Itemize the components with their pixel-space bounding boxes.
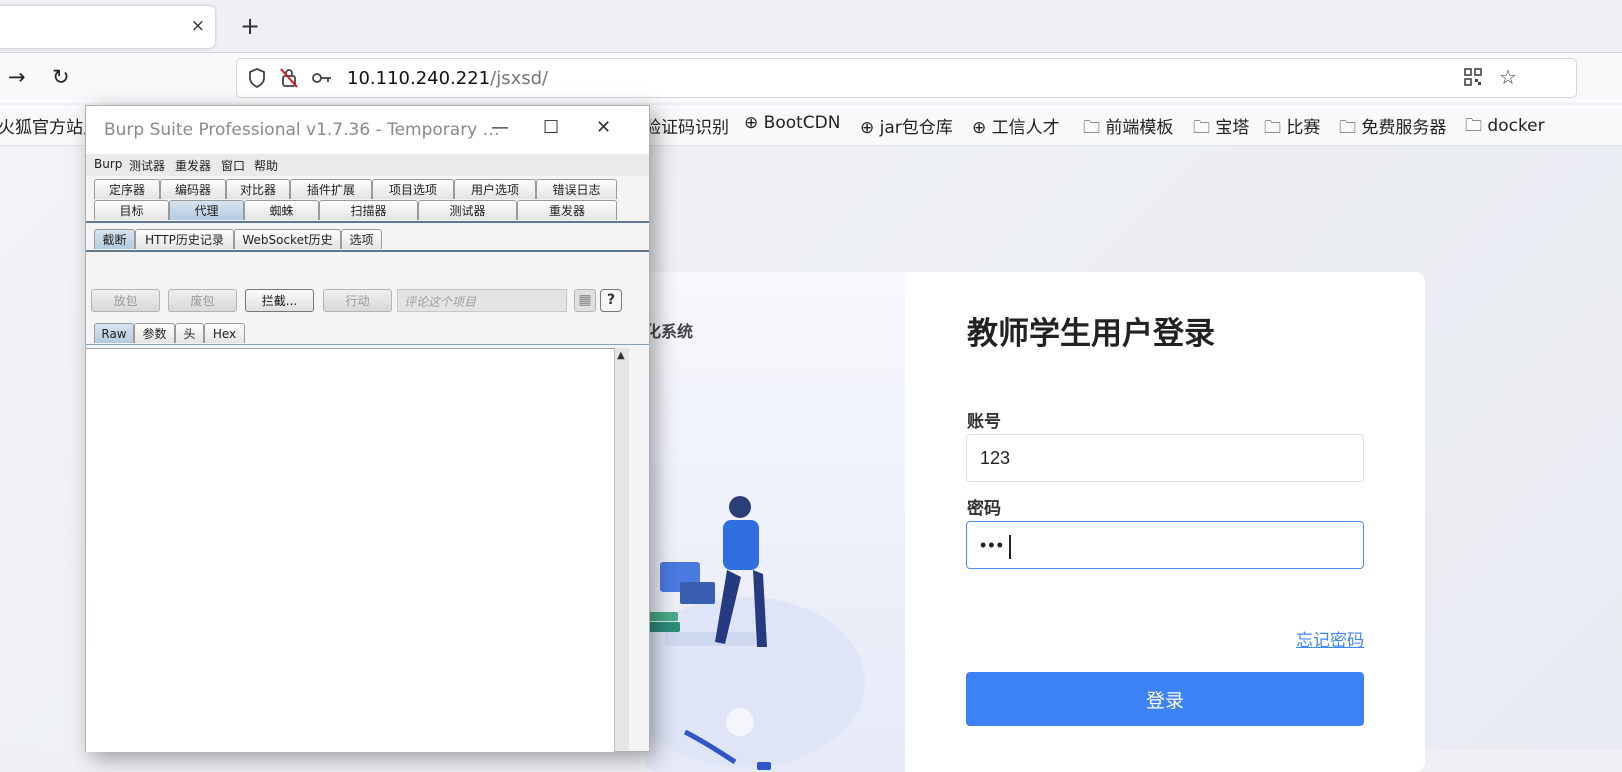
globe-icon: ⊕ [744, 113, 759, 133]
forward-button[interactable]: → [8, 65, 26, 89]
request-editor[interactable] [86, 348, 614, 752]
login-card: 化系统 教师学生用户登录 账号 密码 忘记密码 登录 [645, 272, 1425, 772]
url-bar[interactable]: 10.110.240.221/jsxsd/ ☆ [236, 58, 1577, 98]
scroll-up-icon[interactable]: ▲ [617, 350, 625, 361]
menu-help[interactable]: 帮助 [254, 157, 278, 174]
browser-tab-bar: × + [0, 0, 1622, 53]
burp-window-title: Burp Suite Professional v1.7.36 - Tempor… [104, 120, 500, 140]
url-path: /jsxsd/ [490, 68, 549, 89]
password-label: 密码 [967, 499, 1001, 519]
tab-sequencer[interactable]: 定序器 [94, 179, 160, 199]
globe-icon: ⊕ [972, 118, 987, 138]
insecure-lock-icon[interactable] [279, 67, 299, 89]
folder-icon: 🗀 [1465, 116, 1482, 136]
menu-burp[interactable]: Burp [94, 157, 122, 171]
bookmark-label: jar包仓库 [879, 118, 953, 138]
url-host: 10.110.240.221 [347, 68, 491, 89]
browser-nav-bar: → ↻ 10.110.240.221/jsxsd/ ☆ [0, 53, 1622, 103]
help-button[interactable]: ? [600, 289, 622, 312]
view-tab-hex[interactable]: Hex [204, 323, 245, 343]
menu-window[interactable]: 窗口 [221, 157, 245, 174]
bookmark-label: 比赛 [1286, 118, 1321, 138]
menu-repeater[interactable]: 重发器 [175, 157, 211, 174]
tab-target[interactable]: 目标 [94, 200, 169, 220]
folder-icon: 🗀 [1193, 118, 1210, 138]
burp-titlebar[interactable]: Burp Suite Professional v1.7.36 - Tempor… [86, 106, 649, 154]
bookmark-label: 工信人才 [991, 118, 1060, 138]
password-input[interactable] [966, 521, 1364, 569]
folder-icon: 🗀 [1083, 118, 1100, 138]
tab-comparer[interactable]: 对比器 [226, 179, 290, 199]
subtab-separator [86, 250, 649, 252]
tab-separator [86, 221, 649, 223]
tab-extender[interactable]: 插件扩展 [290, 179, 372, 199]
bookmark-item[interactable]: 验证码识别 [644, 113, 729, 138]
bookmark-item[interactable]: ⊕ 工信人才 [972, 113, 1060, 138]
burp-suite-window: Burp Suite Professional v1.7.36 - Tempor… [85, 105, 650, 752]
tab-repeater[interactable]: 重发器 [517, 200, 617, 220]
shield-icon[interactable] [247, 67, 267, 89]
tab-error-log[interactable]: 错误日志 [536, 179, 617, 199]
bookmark-item[interactable]: ⊕ jar包仓库 [860, 113, 953, 138]
globe-icon: ⊕ [860, 118, 875, 138]
tab-user-options[interactable]: 用户选项 [454, 179, 536, 199]
bookmark-label: 宝塔 [1215, 118, 1250, 138]
view-tab-params[interactable]: 参数 [134, 323, 175, 343]
new-tab-button[interactable]: + [240, 12, 260, 40]
bookmark-folder[interactable]: 🗀 宝塔 [1193, 113, 1249, 144]
text-caret [1009, 535, 1011, 559]
comment-input[interactable]: 评论这个项目 [397, 289, 567, 312]
illustration-panel: 化系统 [645, 272, 905, 772]
bookmark-folder[interactable]: 🗀 docker [1465, 113, 1545, 142]
tab-proxy[interactable]: 代理 [169, 200, 244, 220]
browser-tab[interactable]: × [0, 6, 215, 48]
illustration-image [645, 496, 865, 770]
burp-menubar: Burp 测试器 重发器 窗口 帮助 [86, 154, 649, 176]
tab-spider[interactable]: 蜘蛛 [244, 200, 319, 220]
forward-request-button[interactable]: 放包 [91, 289, 160, 312]
action-button[interactable]: 行动 [323, 289, 392, 312]
menu-intruder[interactable]: 测试器 [129, 157, 165, 174]
bookmark-folder[interactable]: 🗀 比赛 [1264, 113, 1320, 144]
system-name: 化系统 [645, 322, 694, 341]
bookmark-label: 免费服务器 [1361, 118, 1447, 138]
reload-button[interactable]: ↻ [52, 65, 70, 89]
account-input[interactable] [966, 434, 1364, 482]
url-text[interactable]: 10.110.240.221/jsxsd/ [347, 68, 548, 89]
key-icon[interactable] [311, 67, 333, 89]
tab-project-options[interactable]: 项目选项 [372, 179, 454, 199]
close-window-button[interactable]: ✕ [596, 117, 611, 138]
grid-icon[interactable]: ▦ [574, 289, 596, 312]
bookmark-folder[interactable]: 🗀 免费服务器 [1339, 113, 1446, 144]
editor-scrollbar[interactable]: ▲ [614, 348, 629, 751]
login-button[interactable]: 登录 [966, 672, 1364, 726]
subtab-intercept[interactable]: 截断 [94, 229, 135, 249]
folder-icon: 🗀 [1264, 118, 1281, 138]
view-tab-separator [86, 344, 649, 345]
qr-code-icon[interactable] [1463, 67, 1483, 87]
forgot-password-link[interactable]: 忘记密码 [1296, 626, 1364, 651]
bookmark-label: BootCDN [763, 113, 841, 133]
bookmark-label: 前端模板 [1105, 118, 1174, 138]
maximize-button[interactable]: ☐ [543, 117, 559, 138]
bookmark-item[interactable]: ⊕ BootCDN [744, 113, 840, 133]
close-tab-icon[interactable]: × [191, 16, 205, 36]
minimize-button[interactable]: — [491, 117, 509, 138]
subtab-options[interactable]: 选项 [341, 229, 382, 249]
tab-intruder[interactable]: 测试器 [418, 200, 517, 220]
view-tab-headers[interactable]: 头 [175, 323, 204, 343]
subtab-websocket-history[interactable]: WebSocket历史 [234, 229, 341, 249]
folder-icon: 🗀 [1339, 118, 1356, 138]
intercept-toggle-button[interactable]: 拦截... [245, 289, 314, 312]
account-label: 账号 [967, 412, 1001, 432]
drop-request-button[interactable]: 废包 [168, 289, 237, 312]
tab-scanner[interactable]: 扫描器 [319, 200, 418, 220]
bookmark-label: docker [1487, 116, 1545, 136]
tab-decoder[interactable]: 编码器 [160, 179, 226, 199]
subtab-http-history[interactable]: HTTP历史记录 [135, 229, 234, 249]
view-tab-raw[interactable]: Raw [94, 323, 134, 343]
star-bookmark-icon[interactable]: ☆ [1499, 65, 1517, 89]
login-title: 教师学生用户登录 [967, 316, 1215, 352]
bookmark-folder[interactable]: 🗀 前端模板 [1083, 113, 1173, 144]
